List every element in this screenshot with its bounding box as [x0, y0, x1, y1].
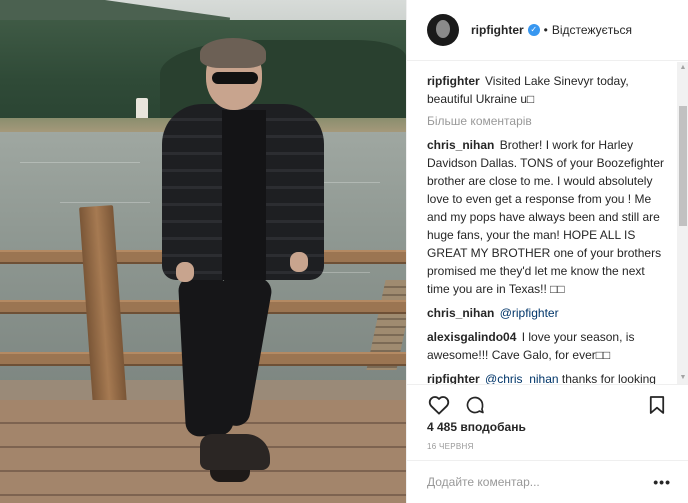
photo-person-leg — [177, 274, 235, 438]
avatar[interactable] — [427, 14, 459, 46]
caption: ripfighter Visited Lake Sinevyr today, b… — [427, 72, 665, 108]
add-comment-input[interactable] — [427, 475, 654, 489]
load-more-comments-button[interactable]: Більше коментарів — [427, 114, 665, 128]
post-actions — [407, 384, 688, 424]
list-item: chris_nihan @ripfighter — [427, 304, 665, 322]
comment-username[interactable]: ripfighter — [427, 372, 480, 384]
add-comment-bar: ••• — [407, 460, 688, 503]
post-header: ripfighter ✓ • Відстежується — [407, 0, 688, 61]
header-username[interactable]: ripfighter — [471, 23, 524, 37]
photo-person-hair — [200, 38, 266, 68]
list-item: alexisgalindo04 I love your season, is a… — [427, 328, 665, 364]
comments-scrollbar[interactable]: ▲ ▼ — [677, 62, 688, 384]
photo-person-shirt — [222, 110, 266, 280]
comment-icon — [466, 396, 484, 413]
likes-count[interactable]: 4 485 вподобань — [427, 420, 526, 434]
save-button[interactable] — [643, 391, 671, 419]
scroll-up-arrow-icon[interactable]: ▲ — [677, 62, 688, 74]
header-separator: • — [543, 23, 548, 37]
post-date[interactable]: 16 червня — [427, 442, 474, 451]
more-options-button[interactable]: ••• — [653, 474, 671, 490]
like-button[interactable] — [425, 391, 453, 419]
comment-username[interactable]: chris_nihan — [427, 306, 494, 320]
comment-button[interactable] — [461, 391, 489, 419]
follow-status-button[interactable]: Відстежується — [552, 23, 632, 37]
comment-username[interactable]: chris_nihan — [427, 138, 494, 152]
comment-text: Brother! I work for Harley Davidson Dall… — [427, 138, 665, 296]
comment-mention-link[interactable]: @ripfighter — [500, 306, 559, 320]
list-item: ripfighter @chris_nihan thanks for looki… — [427, 370, 665, 384]
heart-icon — [428, 395, 450, 415]
comment-username[interactable]: alexisgalindo04 — [427, 330, 516, 344]
scrollbar-thumb[interactable] — [679, 106, 687, 226]
photo-person-hand — [176, 262, 194, 282]
comments-list[interactable]: ripfighter Visited Lake Sinevyr today, b… — [407, 62, 677, 384]
list-item: chris_nihan Brother! I work for Harley D… — [427, 136, 665, 298]
comment-mention-link[interactable]: @chris_nihan — [485, 372, 559, 384]
scroll-down-arrow-icon[interactable]: ▼ — [677, 372, 688, 384]
photo-person-hand — [290, 252, 308, 272]
photo-person-shoe — [200, 434, 270, 470]
comment-username[interactable]: ripfighter — [427, 74, 480, 88]
bookmark-icon — [649, 395, 665, 414]
verified-badge-icon: ✓ — [527, 24, 540, 36]
post-photo[interactable] — [0, 0, 406, 503]
post-side-panel: ripfighter ✓ • Відстежується ripfighter … — [406, 0, 688, 503]
photo-person-sunglasses — [212, 72, 258, 84]
